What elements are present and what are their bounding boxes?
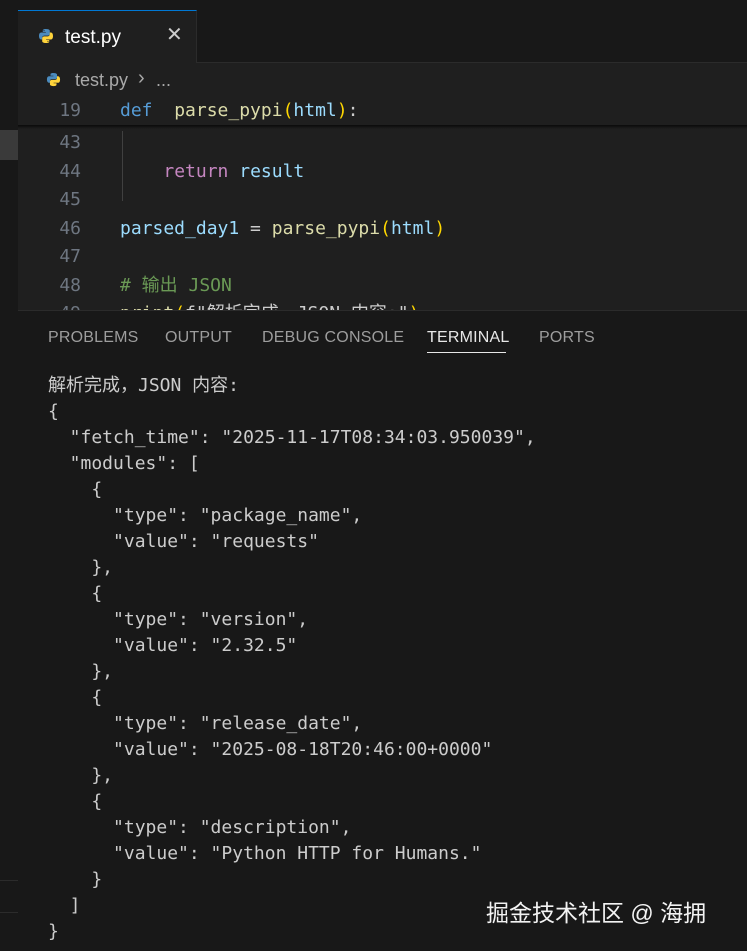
breadcrumb-file[interactable]: test.py — [75, 70, 128, 91]
line-number: 19 — [59, 100, 81, 121]
tab-debug-console[interactable]: DEBUG CONSOLE — [262, 329, 404, 347]
terminal-line: ] — [48, 895, 81, 916]
code-token: print — [120, 303, 174, 310]
activity-bar-divider — [0, 912, 18, 913]
code-token: f"解析完成，JSON 内容:" — [185, 303, 409, 310]
tab-problems[interactable]: PROBLEMS — [48, 329, 139, 347]
code-token: ) — [336, 100, 348, 121]
close-icon[interactable]: ✕ — [166, 23, 183, 47]
line-number: 43 — [59, 132, 81, 153]
terminal-line: }, — [48, 557, 114, 578]
line-number: 47 — [59, 246, 81, 267]
terminal-line: "value": "2025-08-18T20:46:00+0000" — [48, 739, 493, 760]
code-line: def parse_pypi(html): — [120, 97, 358, 125]
terminal-line: "fetch_time": "2025-11-17T08:34:03.95003… — [48, 427, 536, 448]
terminal-line: "value": "Python HTTP for Humans." — [48, 843, 482, 864]
code-editor[interactable]: 19 def parse_pypi(html): 43 44 return re… — [18, 97, 747, 310]
code-line: # 输出 JSON — [120, 272, 232, 300]
code-token: parse_pypi — [271, 218, 381, 239]
code-token: ) — [434, 218, 446, 239]
breadcrumb: test.py › ... — [18, 63, 747, 97]
code-token: return — [163, 161, 229, 182]
line-number: 49 — [18, 300, 81, 310]
code-line-row[interactable]: 43 — [18, 129, 747, 157]
terminal-line: } — [48, 921, 59, 942]
tab-terminal[interactable]: TERMINAL — [427, 329, 510, 347]
terminal-line: { — [48, 791, 103, 812]
line-number: 44 — [59, 161, 81, 182]
terminal-output[interactable]: 解析完成，JSON 内容: { "fetch_time": "2025-11-17… — [48, 373, 536, 945]
code-token: html — [390, 218, 435, 239]
watermark: 掘金技术社区 @ 海拥 — [486, 900, 707, 926]
terminal-line: "type": "version", — [48, 609, 309, 630]
terminal-line: } — [48, 869, 103, 890]
python-icon — [38, 28, 54, 44]
code-token: ( — [174, 303, 185, 310]
code-token: ( — [380, 218, 391, 239]
tab-test-py[interactable]: test.py ✕ — [18, 10, 197, 63]
terminal-line: "value": "requests" — [48, 531, 319, 552]
terminal-line: "type": "release_date", — [48, 713, 363, 734]
breadcrumb-more[interactable]: ... — [156, 70, 171, 91]
tab-ports[interactable]: PORTS — [539, 329, 595, 347]
code-line: parsed_day1 = parse_pypi(html) — [120, 215, 445, 243]
terminal-line: "modules": [ — [48, 453, 200, 474]
active-tab-indicator — [427, 352, 506, 353]
python-icon — [46, 72, 61, 87]
code-line-row[interactable]: 47 — [18, 243, 747, 271]
sticky-scroll-line[interactable]: 19 def parse_pypi(html): — [18, 97, 747, 125]
code-line: print(f"解析完成，JSON 内容:") — [120, 300, 419, 310]
code-token: # 输出 JSON — [120, 275, 232, 296]
breadcrumb-separator: › — [138, 67, 145, 89]
code-line-row[interactable]: 46 parsed_day1 = parse_pypi(html) — [18, 215, 747, 243]
terminal-line: "value": "2.32.5" — [48, 635, 298, 656]
activity-bar-divider — [0, 880, 18, 881]
terminal-line: "type": "description", — [48, 817, 352, 838]
code-line-row[interactable]: 48 # 输出 JSON — [18, 272, 747, 300]
code-line-row[interactable]: 49 print(f"解析完成，JSON 内容:") — [18, 300, 747, 310]
code-token: ) — [409, 303, 420, 310]
line-number: 46 — [59, 218, 81, 239]
code-token: html — [293, 100, 337, 121]
code-line-row[interactable]: 44 return result — [18, 158, 747, 186]
terminal-line: "type": "package_name", — [48, 505, 363, 526]
code-token: ( — [282, 100, 294, 121]
editor-tab-bar: test.py ✕ — [18, 0, 747, 63]
terminal-line: { — [48, 401, 59, 422]
terminal-line: }, — [48, 661, 114, 682]
activity-bar — [0, 0, 18, 951]
line-number: 45 — [59, 189, 81, 210]
code-token: : — [347, 100, 359, 121]
code-token: def — [120, 100, 153, 121]
code-token: result — [228, 161, 305, 182]
code-line-row[interactable]: 45 — [18, 186, 747, 214]
terminal-line: }, — [48, 765, 114, 786]
bottom-panel: PROBLEMS OUTPUT DEBUG CONSOLE TERMINAL P… — [18, 310, 747, 951]
tab-label: test.py — [65, 27, 121, 48]
activity-bar-active-item[interactable] — [0, 130, 18, 160]
terminal-line: { — [48, 479, 103, 500]
code-token: parsed_day1 — [120, 218, 240, 239]
code-token: parse_pypi — [174, 100, 283, 121]
code-line: return result — [120, 158, 304, 186]
terminal-line: { — [48, 687, 103, 708]
line-number: 48 — [59, 275, 81, 296]
tab-output[interactable]: OUTPUT — [165, 329, 232, 347]
terminal-line: 解析完成，JSON 内容: — [48, 375, 240, 396]
code-token: = — [239, 218, 272, 239]
terminal-line: { — [48, 583, 103, 604]
